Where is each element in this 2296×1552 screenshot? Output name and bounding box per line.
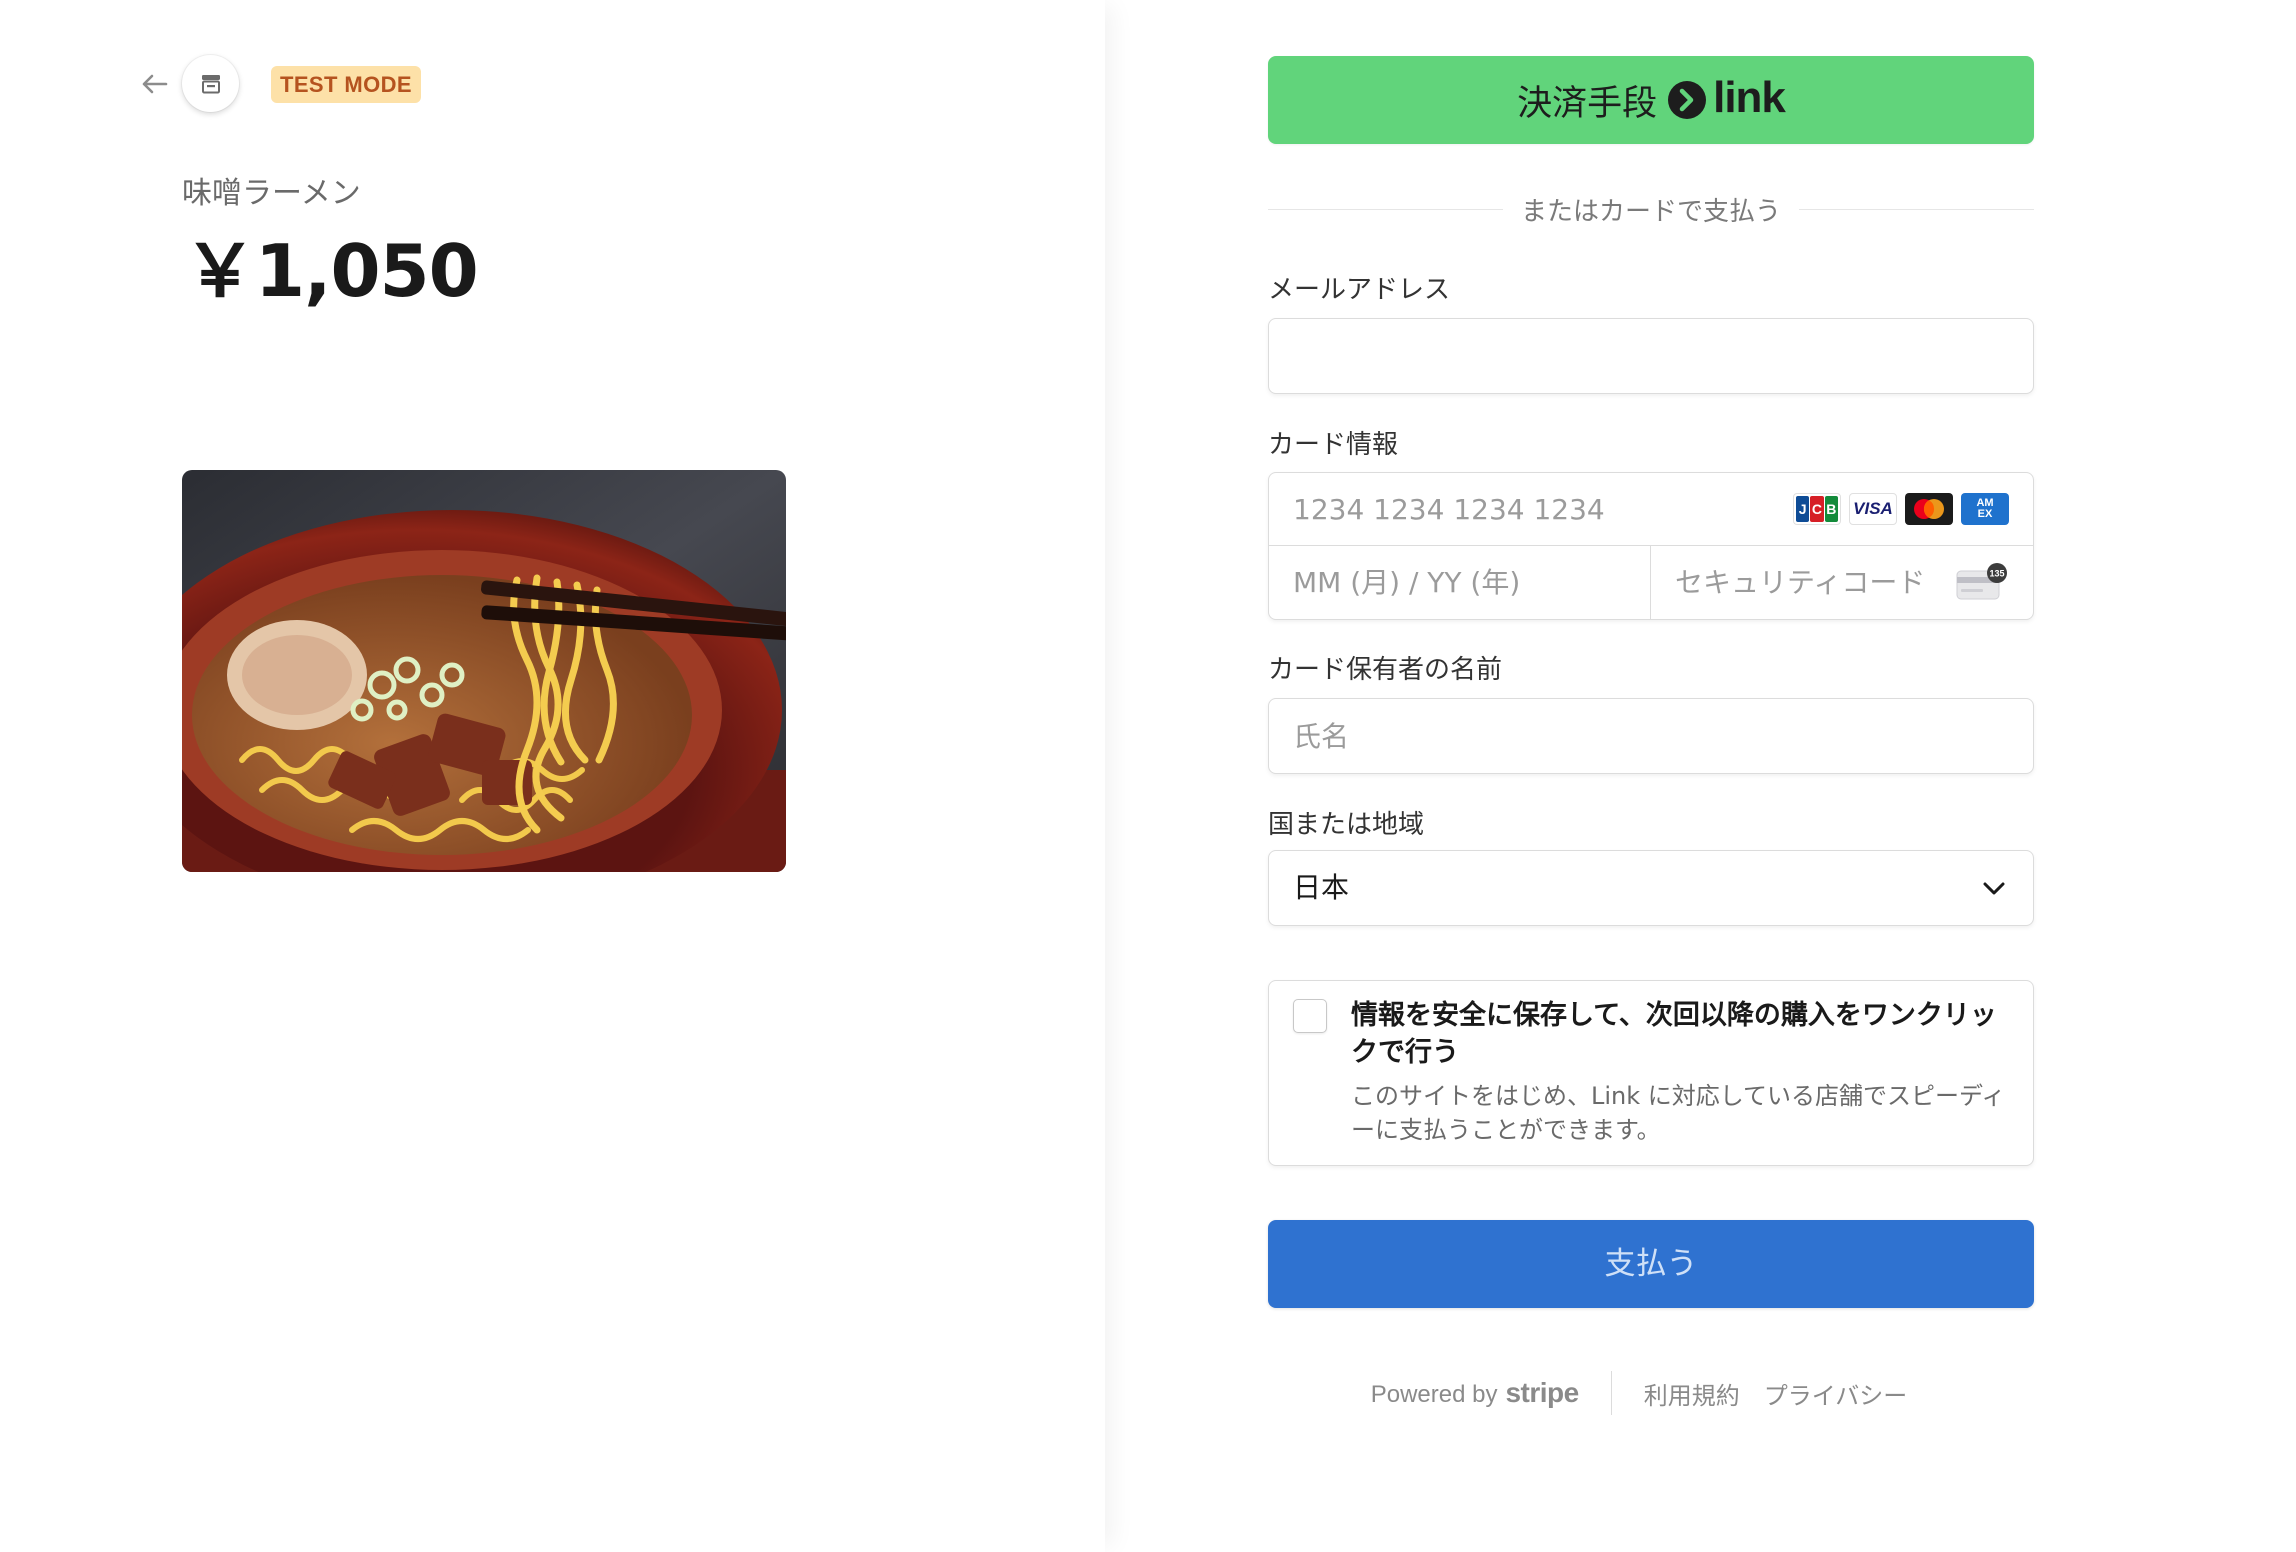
or-pay-with-card-divider: またはカードで支払う <box>1268 190 2035 228</box>
save-info-box: 情報を安全に保存して、次回以降の購入をワンクリックで行う このサイトをはじめ、L… <box>1268 980 2034 1166</box>
save-info-description: このサイトをはじめ、Link に対応している店舗でスピーディーに支払うことができ… <box>1351 1082 2006 1144</box>
expiry-input[interactable] <box>1269 546 1650 619</box>
product-price: ￥1,050 <box>184 229 479 313</box>
divider-line-left <box>1268 208 1503 210</box>
arrow-left-icon[interactable] <box>136 66 172 102</box>
test-mode-badge: TEST MODE <box>271 66 421 103</box>
country-label: 国または地域 <box>1268 810 1425 840</box>
card-brand-list: JCB VISA AM EX <box>1793 493 2009 525</box>
save-info-checkbox[interactable] <box>1293 999 1327 1033</box>
footer-separator <box>1610 1371 1612 1415</box>
product-name: 味噌ラーメン <box>182 176 361 211</box>
card-number-input[interactable] <box>1269 473 1769 545</box>
card-info-label: カード情報 <box>1268 430 1399 460</box>
link-arrow-icon <box>1668 81 1707 119</box>
footer: Powered by stripe 利用規約 プライバシー <box>1268 1370 2034 1416</box>
terms-link[interactable]: 利用規約 <box>1644 1376 1740 1411</box>
privacy-link[interactable]: プライバシー <box>1764 1376 1908 1411</box>
card-info-group: JCB VISA AMEX <box>1268 472 2034 620</box>
jcb-icon: JCB <box>1793 493 1841 525</box>
divider-text: またはカードで支払う <box>1521 196 1782 227</box>
email-field-wrapper <box>1268 318 2034 394</box>
card-number-row: JCB VISA AMEX <box>1269 473 2033 546</box>
country-select[interactable]: 日本 <box>1268 850 2034 926</box>
email-label: メールアドレス <box>1268 275 1451 305</box>
link-wordmark: link <box>1713 73 1786 122</box>
chevron-down-icon <box>1981 876 2007 904</box>
product-image <box>182 470 786 872</box>
store-icon <box>182 55 239 112</box>
cardholder-label: カード保有者の名前 <box>1268 655 1503 685</box>
link-logo: link <box>1667 76 1786 120</box>
amex-icon: AM EX <box>1961 493 2009 525</box>
powered-by-text: Powered by <box>1370 1381 1498 1408</box>
cvc-badge-text: 135 <box>1989 569 2004 579</box>
powered-by-stripe[interactable]: Powered by stripe <box>1370 1377 1580 1409</box>
cvc-card-icon: 135 <box>1955 562 2009 606</box>
save-info-title: 情報を安全に保存して、次回以降の購入をワンクリックで行う <box>1351 1000 1997 1068</box>
country-value: 日本 <box>1293 871 1350 904</box>
cvc-cell: 135 <box>1651 546 2033 619</box>
pay-with-link-button[interactable]: 決済手段 link <box>1268 56 2034 144</box>
stripe-logo: stripe <box>1505 1377 1579 1408</box>
cardholder-field-wrapper <box>1268 698 2034 774</box>
divider-line-right <box>1799 208 2035 210</box>
pay-with-label: 決済手段 <box>1517 83 1658 124</box>
pay-button[interactable]: 支払う <box>1268 1220 2034 1308</box>
visa-icon: VISA <box>1849 493 1897 525</box>
cardholder-name-input[interactable] <box>1269 699 2033 773</box>
expiry-cell <box>1269 546 1651 619</box>
order-summary-panel: TEST MODE 味噌ラーメン ￥1,050 <box>0 0 1105 1552</box>
email-field[interactable] <box>1269 319 2033 393</box>
mastercard-icon <box>1905 493 1953 525</box>
payment-panel <box>1105 0 2296 1552</box>
